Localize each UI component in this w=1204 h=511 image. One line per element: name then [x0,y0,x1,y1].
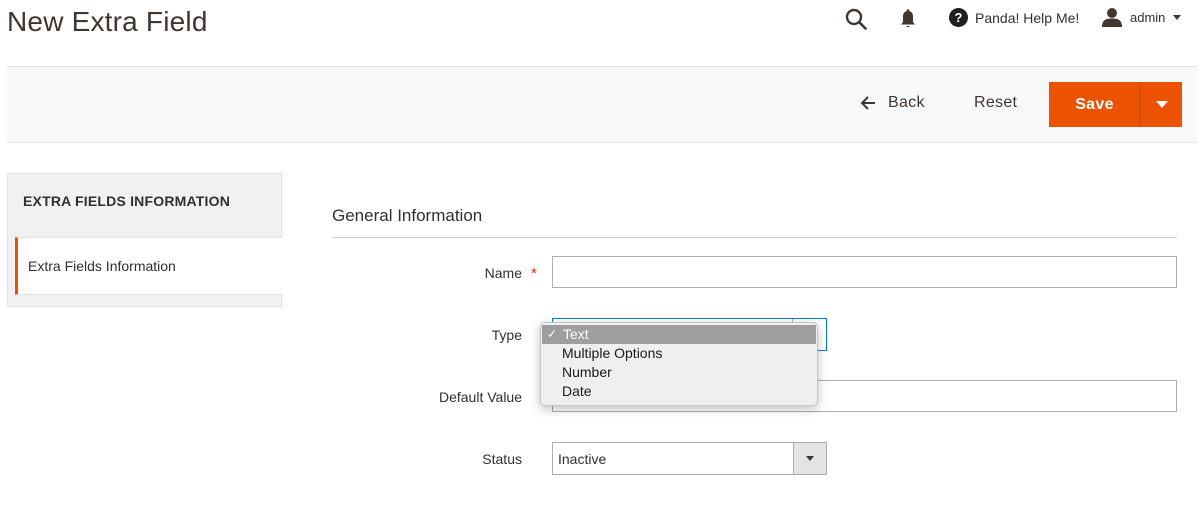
status-selected-value: Inactive [558,451,607,467]
type-option-date[interactable]: Date [541,382,817,401]
page-title: New Extra Field [7,6,208,37]
search-icon[interactable] [845,8,867,30]
page-actions-bar: Back Reset Save [7,66,1197,143]
type-label: Type [491,327,522,343]
help-label: Panda! Help Me! [975,9,1080,26]
select-arrow [793,443,826,474]
sidebar-item-extra-fields-information[interactable]: Extra Fields Information [15,237,283,295]
back-button[interactable]: Back [860,94,925,112]
name-field[interactable] [552,256,1177,288]
option-label: Date [562,383,592,399]
default-value-label: Default Value [438,389,522,405]
section-title: General Information [332,206,483,225]
status-select[interactable]: Inactive [552,442,827,475]
checkmark-icon: ✓ [547,327,558,341]
sidebar-title: EXTRA FIELDS INFORMATION [23,193,231,209]
section-divider [332,237,1177,238]
chevron-down-icon [1155,101,1168,108]
option-label: Text [563,326,589,342]
save-options-toggle[interactable] [1141,82,1182,127]
name-label: Name [484,265,522,281]
type-option-text[interactable]: ✓ Text [542,325,816,344]
bell-icon[interactable] [898,8,918,30]
save-button[interactable]: Save [1049,82,1141,127]
option-label: Multiple Options [562,345,663,361]
type-option-multiple-options[interactable]: Multiple Options [541,344,817,363]
chevron-down-icon [806,456,814,461]
reset-button[interactable]: Reset [974,94,1017,112]
help-icon: ? [949,8,968,27]
chevron-down-icon [1173,14,1182,20]
option-label: Number [562,364,612,380]
sidebar: EXTRA FIELDS INFORMATION Extra Fields In… [7,173,283,307]
help-link[interactable]: ? Panda! Help Me! [949,8,1079,27]
user-icon [1102,8,1122,27]
type-dropdown-menu: ✓ Text Multiple Options Number Date [540,322,818,406]
back-label: Back [888,94,925,111]
arrow-left-icon [860,96,875,110]
required-indicator: * [531,265,537,282]
user-menu[interactable]: admin [1101,7,1182,27]
status-label: Status [482,451,522,467]
user-name: admin [1130,9,1166,25]
save-split-button: Save [1049,82,1182,127]
type-option-number[interactable]: Number [541,363,817,382]
sidebar-item-label: Extra Fields Information [28,258,176,274]
